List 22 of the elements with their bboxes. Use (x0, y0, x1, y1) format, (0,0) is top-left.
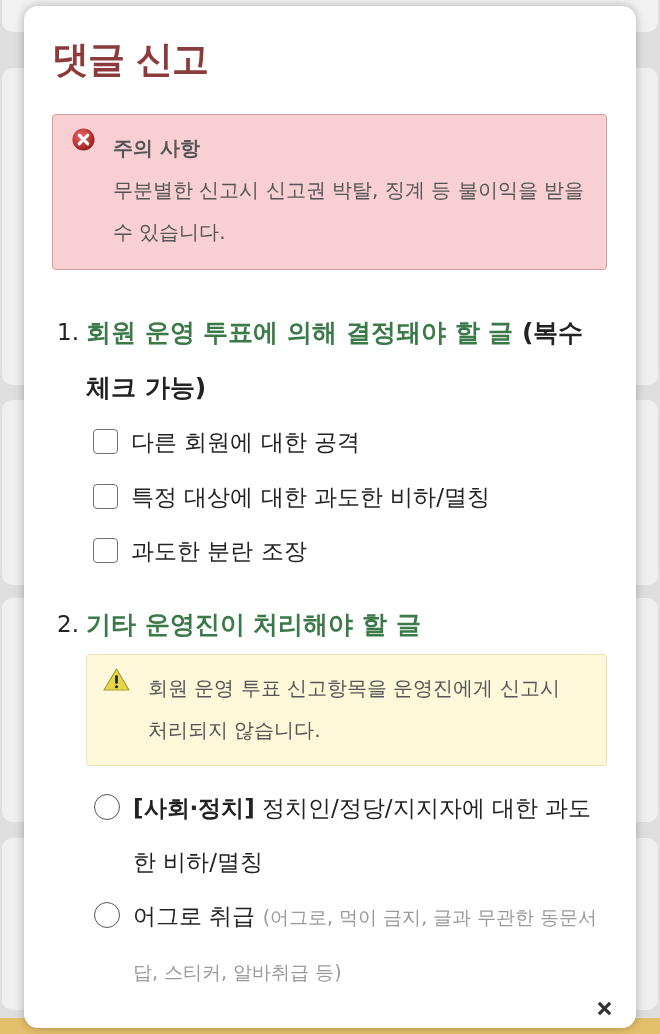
list-number: 2. (56, 609, 80, 639)
alert-title: 주의 사항 (113, 135, 201, 162)
option-label: 과도한 분란 조장 (131, 537, 308, 566)
section-heading: 기타 운영진이 처리해야 할 글 (86, 608, 422, 641)
close-button[interactable] (597, 1000, 612, 1016)
checkbox[interactable] (93, 429, 118, 454)
checkbox[interactable] (93, 483, 118, 509)
section-heading: 회원 운영 투표에 의해 결정돼야 할 글 (복수 체크 가능) (86, 317, 585, 404)
close-icon (597, 1000, 612, 1016)
option-label: 다른 회원에 대한 공격 (131, 428, 361, 457)
option-label: 특정 대상에 대한 과도한 비하/멸칭 (131, 482, 491, 512)
error-icon (72, 128, 95, 151)
list-number: 1. (56, 318, 80, 347)
checkbox[interactable] (93, 538, 118, 563)
dialog-title: 댓글 신고 (52, 37, 209, 83)
warning-icon (103, 667, 130, 691)
alert-message: 무분별한 신고시 신고권 박탈, 징계 등 불이익을 받을 수 있습니다. (113, 177, 585, 246)
option-label: 어그로 취급 (어그로, 먹이 금지, 글과 무관한 동문서답, 스티커, 알바취급 등) (133, 901, 599, 985)
notice-message: 회원 운영 투표 신고항목을 운영진에게 신고시 처리되지 않습니다. (148, 674, 561, 744)
radio-button[interactable] (94, 901, 120, 928)
radio-button[interactable] (94, 793, 120, 820)
option-label: [사회·정치] 정치인/정당/지지자에 대한 과도한 비하/멸칭 (133, 793, 593, 877)
